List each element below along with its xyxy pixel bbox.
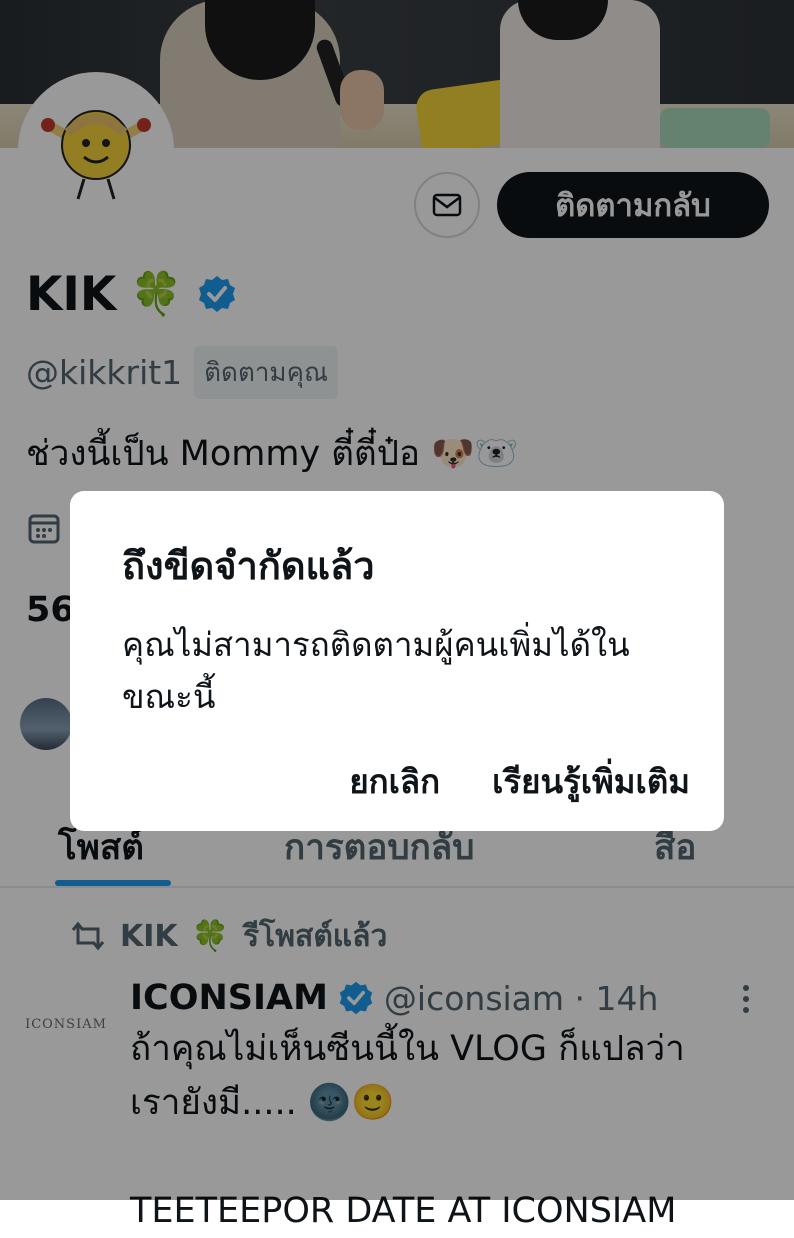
dialog-body: คุณไม่สามารถติดตามผู้คนเพิ่มได้ในขณะนี้ xyxy=(122,625,630,716)
limit-reached-dialog: ถึงขีดจำกัดแล้ว คุณไม่สามารถติดตามผู้คนเ… xyxy=(70,491,724,831)
cancel-button[interactable]: ยกเลิก xyxy=(349,755,440,808)
dialog-title: ถึงขีดจำกัดแล้ว xyxy=(122,544,375,588)
dialog-actions: ยกเลิก เรียนรู้เพิ่มเติม xyxy=(349,753,690,809)
learn-more-button[interactable]: เรียนรู้เพิ่มเติม xyxy=(492,755,690,808)
